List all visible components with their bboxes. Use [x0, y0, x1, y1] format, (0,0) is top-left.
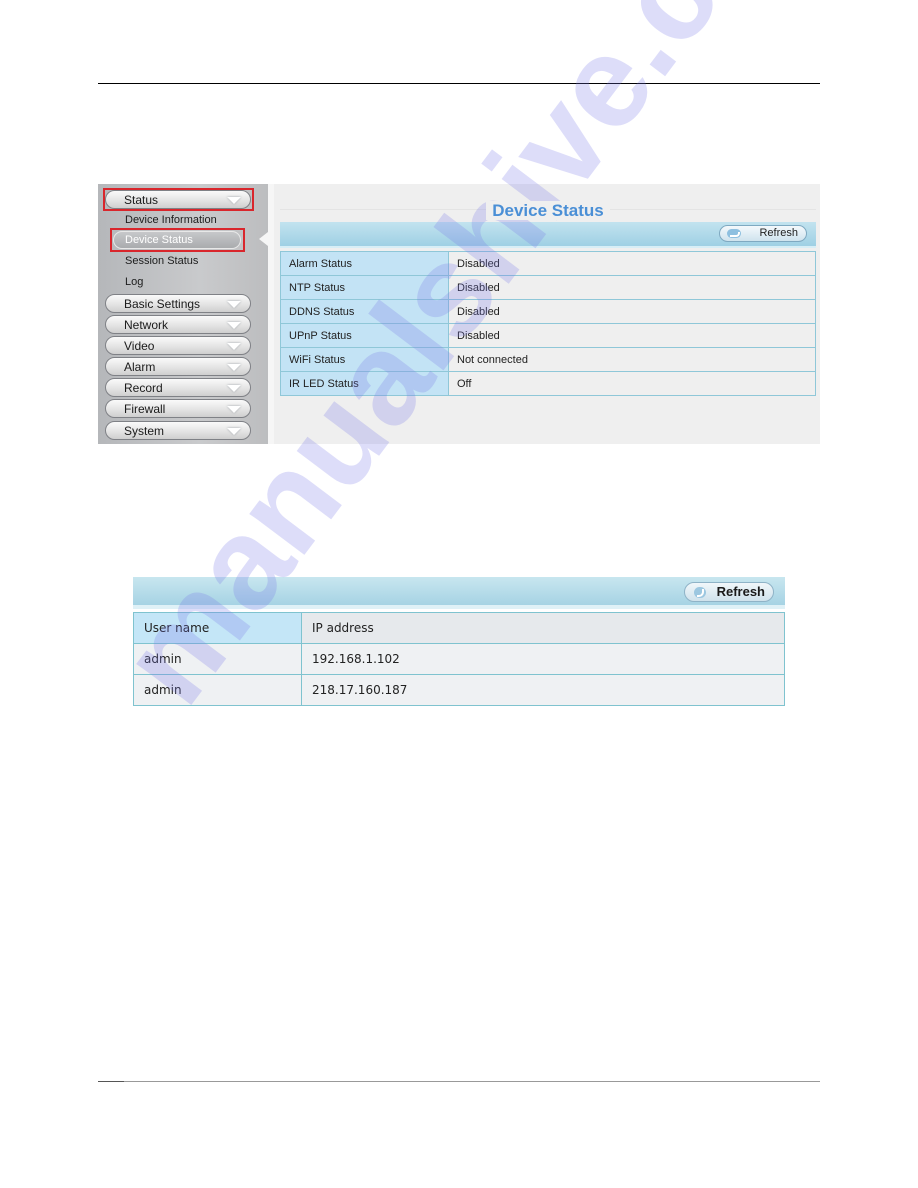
status-value: Not connected: [448, 347, 816, 372]
menu-label: Video: [124, 339, 155, 353]
status-key: DDNS Status: [280, 299, 449, 324]
refresh-icon: [727, 229, 741, 238]
toolbar: Refresh: [133, 577, 785, 609]
menu-label: Basic Settings: [124, 297, 201, 311]
highlight-box-status: [103, 188, 254, 211]
menu-system[interactable]: System: [105, 421, 251, 440]
status-row: WiFi Status Not connected: [280, 347, 816, 372]
chevron-down-icon: [227, 322, 241, 329]
status-value: Disabled: [448, 251, 816, 276]
column-header: IP address: [301, 612, 785, 644]
status-table: Alarm Status Disabled NTP Status Disabled DD…: [280, 251, 816, 396]
ip-address-cell: 218.17.160.187: [301, 674, 785, 706]
menu-basic-settings[interactable]: Basic Settings: [105, 294, 251, 313]
refresh-icon: [694, 587, 706, 598]
refresh-label: Refresh: [759, 227, 798, 239]
chevron-down-icon: [227, 301, 241, 308]
submenu-log[interactable]: Log: [125, 276, 143, 288]
toolbar: Refresh: [280, 222, 816, 248]
status-value: Disabled: [448, 299, 816, 324]
status-row: NTP Status Disabled: [280, 275, 816, 300]
ip-address-cell: 192.168.1.102: [301, 643, 785, 675]
status-row: Alarm Status Disabled: [280, 251, 816, 276]
table-row: admin 218.17.160.187: [133, 674, 785, 706]
chevron-down-icon: [227, 364, 241, 371]
footer-rule-mark: [98, 1081, 124, 1082]
sidebar-divider: [268, 184, 274, 444]
submenu-device-information[interactable]: Device Information: [125, 214, 217, 226]
sidebar: Status Device Information Device Status …: [98, 184, 268, 444]
menu-network[interactable]: Network: [105, 315, 251, 334]
menu-label: Record: [124, 381, 163, 395]
session-table: User name IP address admin 192.168.1.102 adm…: [133, 612, 785, 706]
refresh-button[interactable]: Refresh: [719, 225, 807, 242]
status-key: WiFi Status: [280, 347, 449, 372]
active-pointer-icon: [259, 232, 268, 246]
chevron-down-icon: [227, 406, 241, 413]
highlight-box-device-status: [110, 228, 245, 252]
status-row: IR LED Status Off: [280, 371, 816, 396]
status-value: Off: [448, 371, 816, 396]
chevron-down-icon: [227, 343, 241, 350]
header-rule: [98, 83, 820, 84]
device-status-screenshot: Status Device Information Device Status …: [98, 184, 820, 444]
submenu-session-status[interactable]: Session Status: [125, 255, 198, 267]
main-content: Device Status Refresh Alarm Status Disabl…: [280, 184, 816, 444]
status-value: Disabled: [448, 275, 816, 300]
page-title: Device Status: [280, 201, 816, 221]
menu-label: Network: [124, 318, 169, 332]
table-row: admin 192.168.1.102: [133, 643, 785, 675]
table-header-row: User name IP address: [133, 612, 785, 644]
menu-label: Firewall: [124, 402, 166, 416]
status-key: NTP Status: [280, 275, 449, 300]
user-name-cell: admin: [133, 643, 302, 675]
status-key: IR LED Status: [280, 371, 449, 396]
menu-firewall[interactable]: Firewall: [105, 399, 251, 418]
column-header: User name: [133, 612, 302, 644]
menu-label: Alarm: [124, 360, 156, 374]
status-row: DDNS Status Disabled: [280, 299, 816, 324]
status-row: UPnP Status Disabled: [280, 323, 816, 348]
refresh-button[interactable]: Refresh: [684, 582, 774, 602]
chevron-down-icon: [227, 385, 241, 392]
menu-label: System: [124, 424, 165, 438]
refresh-label: Refresh: [716, 584, 765, 599]
status-key: UPnP Status: [280, 323, 449, 348]
menu-record[interactable]: Record: [105, 378, 251, 397]
session-status-screenshot: Refresh User name IP address admin 192.168.…: [133, 577, 785, 707]
status-value: Disabled: [448, 323, 816, 348]
chevron-down-icon: [227, 428, 241, 435]
footer-rule: [98, 1081, 820, 1082]
menu-video[interactable]: Video: [105, 336, 251, 355]
menu-alarm[interactable]: Alarm: [105, 357, 251, 376]
user-name-cell: admin: [133, 674, 302, 706]
status-key: Alarm Status: [280, 251, 449, 276]
